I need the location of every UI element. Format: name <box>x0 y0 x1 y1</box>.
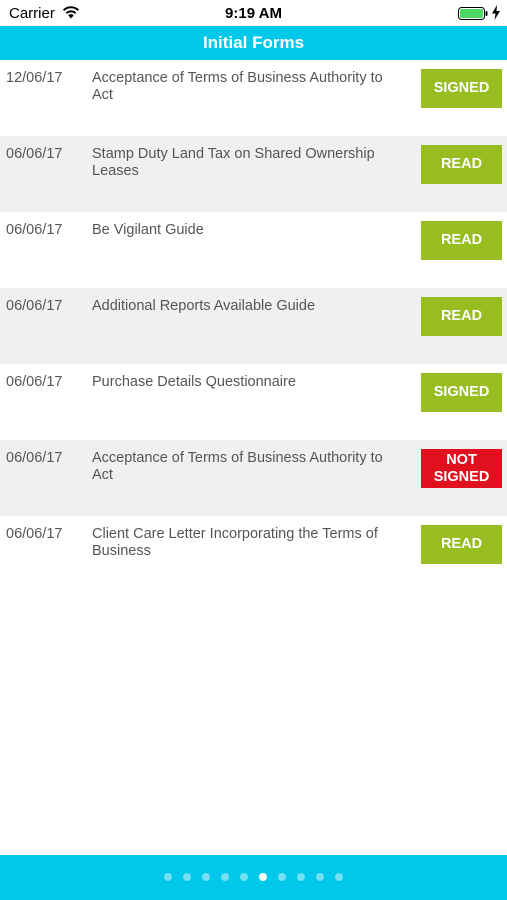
form-date: 06/06/17 <box>6 222 63 238</box>
footer-bar <box>0 855 507 900</box>
page-title: Initial Forms <box>202 33 305 52</box>
page-dot[interactable] <box>202 873 210 881</box>
form-row[interactable]: 06/06/17 Stamp Duty Land Tax on Shared Ow… <box>0 136 507 212</box>
form-title: Be Vigilant Guide <box>92 222 204 238</box>
nav-bar: Initial Forms <box>0 26 507 60</box>
page-dot-active[interactable] <box>259 873 267 881</box>
form-row[interactable]: 06/06/17 Be Vigilant Guide READ <box>0 212 507 288</box>
page-dot[interactable] <box>183 873 191 881</box>
form-title: Acceptance of Terms of Business Authorit… <box>92 450 383 483</box>
form-date: 06/06/17 <box>6 526 63 542</box>
form-status-button[interactable]: READ <box>421 525 502 564</box>
form-status-button[interactable]: SIGNED <box>421 373 502 412</box>
form-status-button[interactable]: READ <box>421 145 502 184</box>
page-dot[interactable] <box>297 873 305 881</box>
form-date: 06/06/17 <box>6 298 63 314</box>
page-dot[interactable] <box>278 873 286 881</box>
form-title: Additional Reports Available Guide <box>92 298 316 314</box>
page-indicator[interactable] <box>0 873 507 881</box>
form-status-label: SIGNED <box>433 80 490 96</box>
status-time: 9:19 AM <box>225 5 282 22</box>
form-status-button[interactable]: READ <box>421 297 502 336</box>
battery-icon <box>458 7 488 20</box>
page-dot[interactable] <box>221 873 229 881</box>
form-date: 06/06/17 <box>6 450 63 466</box>
form-date: 06/06/17 <box>6 374 63 390</box>
form-row[interactable]: 06/06/17 Acceptance of Terms of Business … <box>0 440 507 516</box>
form-status-button[interactable]: READ <box>421 221 502 260</box>
form-status-label: READ <box>440 308 483 324</box>
page-dot[interactable] <box>316 873 324 881</box>
form-row[interactable]: 12/06/17 Acceptance of Terms of Business … <box>0 60 507 136</box>
status-bar: Carrier 9:19 AM <box>0 0 507 26</box>
form-title: Acceptance of Terms of Business Authorit… <box>92 70 383 103</box>
form-status-button[interactable]: NOT SIGNED <box>421 449 502 488</box>
form-title: Client Care Letter Incorporating the Ter… <box>92 526 378 559</box>
form-status-button[interactable]: SIGNED <box>421 69 502 108</box>
form-status-label: READ <box>440 156 483 172</box>
form-row[interactable]: 06/06/17 Client Care Letter Incorporating… <box>0 516 507 592</box>
form-row[interactable]: 06/06/17 Purchase Details Questionnaire SI… <box>0 364 507 440</box>
page-dot[interactable] <box>164 873 172 881</box>
page-dot[interactable] <box>240 873 248 881</box>
form-status-label: READ <box>440 232 483 248</box>
form-title: Purchase Details Questionnaire <box>92 374 296 390</box>
form-date: 12/06/17 <box>6 70 63 86</box>
forms-list: 12/06/17 Acceptance of Terms of Business … <box>0 60 507 592</box>
form-title: Stamp Duty Land Tax on Shared Ownership … <box>92 146 375 179</box>
form-row[interactable]: 06/06/17 Additional Reports Available Gui… <box>0 288 507 364</box>
form-date: 06/06/17 <box>6 146 63 162</box>
form-status-label: NOT SIGNED <box>433 451 490 485</box>
form-status-label: SIGNED <box>433 384 490 400</box>
form-status-label: READ <box>440 536 483 552</box>
charging-bolt-icon <box>492 5 500 20</box>
page-dot[interactable] <box>335 873 343 881</box>
